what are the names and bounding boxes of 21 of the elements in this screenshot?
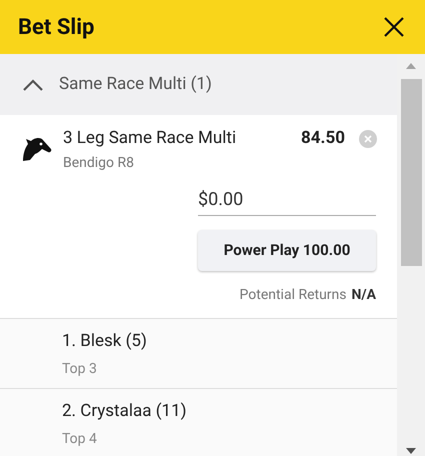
section-header[interactable]: Same Race Multi (1)	[0, 54, 397, 115]
bet-odds: 84.50	[301, 127, 345, 150]
chevron-up-icon	[22, 78, 44, 92]
scrollbar[interactable]	[397, 54, 425, 456]
runner-name: 2. Crystalaa (11)	[62, 400, 188, 422]
bet-title: 3 Leg Same Race Multi	[63, 127, 238, 150]
market-label: Top 4	[62, 430, 98, 449]
returns-label: Potential Returns	[240, 286, 347, 304]
runner-name: 1. Blesk (5)	[62, 330, 148, 352]
scroll-up-icon[interactable]	[406, 63, 416, 69]
returns-value: N/A	[352, 286, 376, 304]
stake-field[interactable]: $0.00	[198, 186, 376, 216]
meeting-label: Bendigo R8	[63, 154, 135, 172]
close-icon	[364, 134, 372, 143]
scroll-down-icon[interactable]	[406, 448, 416, 454]
power-play-button[interactable]: Power Play 100.00	[198, 230, 376, 270]
remove-button[interactable]	[359, 130, 377, 148]
market-label: Top 3	[62, 360, 98, 379]
header-title: Bet Slip	[18, 14, 94, 42]
scrollbar-thumb[interactable]	[400, 79, 422, 266]
close-icon	[383, 16, 405, 38]
